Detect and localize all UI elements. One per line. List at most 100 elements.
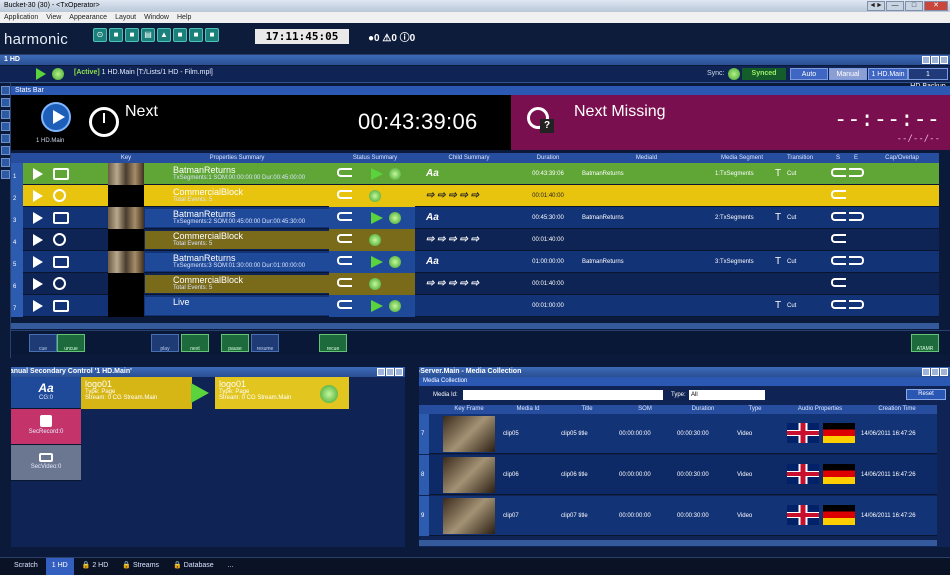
row-play-icon[interactable] bbox=[33, 256, 43, 268]
col-status[interactable]: Status Summary bbox=[329, 153, 421, 163]
col-creation[interactable]: Creation Time bbox=[859, 405, 935, 414]
col-media-id[interactable]: Media Id bbox=[503, 405, 553, 414]
table-row[interactable]: 7 Live 00:01:00:00 Cut bbox=[11, 295, 939, 317]
maximize-button[interactable]: □ bbox=[905, 1, 923, 11]
manual-button[interactable]: Manual bbox=[829, 68, 867, 80]
col-duration-media[interactable]: Duration bbox=[675, 405, 731, 414]
col-som[interactable]: SOM bbox=[617, 405, 673, 414]
media-scrollbar[interactable] bbox=[419, 540, 937, 546]
record-row[interactable]: SecRecord:0 bbox=[11, 409, 81, 445]
clock-tool-icon[interactable]: ⊙ bbox=[93, 28, 107, 42]
list-icon[interactable] bbox=[1, 110, 10, 119]
main-button[interactable]: 1 HD.Main bbox=[868, 68, 908, 80]
tool-icon-7[interactable]: ■ bbox=[189, 28, 203, 42]
media-min-icon[interactable] bbox=[922, 368, 930, 376]
col-title[interactable]: Title bbox=[557, 405, 617, 414]
col-s[interactable]: S bbox=[829, 153, 847, 163]
col-key[interactable]: Key bbox=[108, 153, 144, 163]
resume-button[interactable]: resume bbox=[251, 334, 279, 352]
auto-button[interactable]: Auto bbox=[790, 68, 828, 80]
col-keyframe[interactable]: Key Frame bbox=[443, 405, 495, 414]
col-transition[interactable]: Transition bbox=[771, 153, 829, 163]
table-row[interactable]: 1 BatmanReturns TxSegments:1 SOM:00:00:0… bbox=[11, 163, 939, 185]
bell-icon[interactable]: ▲ bbox=[157, 28, 171, 42]
cg-row[interactable]: Aa CG:0 bbox=[11, 377, 81, 409]
table-row[interactable]: 4 CommercialBlock Total Events: 5 ⇨ ⇨ ⇨ … bbox=[11, 229, 939, 251]
media-id-input[interactable] bbox=[463, 390, 663, 400]
workspace-tab[interactable]: 🔒 2 HD bbox=[76, 558, 115, 575]
menu-window[interactable]: Window bbox=[144, 12, 169, 23]
workspace-tab[interactable]: 1 HD bbox=[45, 558, 74, 575]
grid-icon[interactable] bbox=[1, 122, 10, 131]
big-play-icon[interactable] bbox=[41, 102, 71, 132]
table-row[interactable]: 6 CommercialBlock Total Events: 5 ⇨ ⇨ ⇨ … bbox=[11, 273, 939, 295]
uncue-button[interactable]: uncue bbox=[57, 334, 85, 352]
workspace-tab[interactable]: 🔒 Database bbox=[167, 558, 220, 575]
layout-icon[interactable] bbox=[1, 98, 10, 107]
row-play-icon[interactable] bbox=[33, 190, 43, 202]
sec-min-icon[interactable] bbox=[377, 368, 385, 376]
table-row[interactable]: 2 CommercialBlock Total Events: 5 ⇨ ⇨ ⇨ … bbox=[11, 185, 939, 207]
row-play-icon[interactable] bbox=[33, 212, 43, 224]
col-type[interactable]: Type bbox=[733, 405, 777, 414]
cue-button[interactable]: cue bbox=[29, 334, 57, 352]
workspace-tab[interactable]: 🔒 Streams bbox=[116, 558, 165, 575]
col-cap[interactable]: Cap/Overlap bbox=[865, 153, 939, 163]
recue-button[interactable]: recue bbox=[319, 334, 347, 352]
type-select[interactable]: All bbox=[689, 390, 765, 400]
tool-icon-6[interactable]: ■ bbox=[173, 28, 187, 42]
tool-icon-4[interactable]: ▤ bbox=[141, 28, 155, 42]
col-e[interactable]: E bbox=[847, 153, 865, 163]
backup-button[interactable]: 1 HD.Backup bbox=[908, 68, 948, 90]
atamr-button[interactable]: ATAMR bbox=[911, 334, 939, 352]
tool-icon-3[interactable]: ■ bbox=[125, 28, 139, 42]
reset-button[interactable]: Reset bbox=[906, 389, 946, 400]
workspace-tab[interactable]: Scratch bbox=[8, 558, 44, 575]
col-segment[interactable]: Media Segment bbox=[713, 153, 771, 163]
edit-icon[interactable] bbox=[1, 86, 10, 95]
play-button[interactable]: play bbox=[151, 334, 179, 352]
table-row[interactable]: 3 BatmanReturns TxSegments:2 SOM:00:45:0… bbox=[11, 207, 939, 229]
row-play-icon[interactable] bbox=[33, 234, 43, 246]
logo-play-icon[interactable] bbox=[191, 383, 209, 403]
tool-icon-8[interactable]: ■ bbox=[205, 28, 219, 42]
playlist-scrollbar[interactable] bbox=[11, 323, 939, 329]
next-button[interactable]: next bbox=[181, 334, 209, 352]
alert-counters[interactable]: ●0 ⚠0 ⓘ0 bbox=[368, 29, 415, 44]
media-row[interactable]: 9 clip07 clip07 title 00:00:00:00 00:00:… bbox=[419, 496, 937, 536]
tool-icon-2[interactable]: ■ bbox=[109, 28, 123, 42]
clock-icon[interactable] bbox=[1, 134, 10, 143]
sec-close-icon[interactable] bbox=[395, 368, 403, 376]
panel-min-icon[interactable] bbox=[922, 56, 930, 64]
minimize-button[interactable]: — bbox=[886, 1, 904, 11]
video-row[interactable]: SecVideo:0 bbox=[11, 445, 81, 481]
pause-button[interactable]: pause bbox=[221, 334, 249, 352]
media-max-icon[interactable] bbox=[931, 368, 939, 376]
row-play-icon[interactable] bbox=[33, 168, 43, 180]
col-properties[interactable]: Properties Summary bbox=[145, 153, 329, 163]
panel-max-icon[interactable] bbox=[931, 56, 939, 64]
close-button[interactable]: ✕ bbox=[924, 1, 948, 11]
menu-application[interactable]: Application bbox=[4, 12, 38, 23]
media-row[interactable]: 8 clip06 clip06 title 00:00:00:00 00:00:… bbox=[419, 455, 937, 495]
workspace-tab[interactable]: ... bbox=[222, 558, 240, 575]
logo-cell-current[interactable]: logo01 Type: Page Stream: 0 CG Stream.Ma… bbox=[81, 377, 192, 409]
media-row[interactable]: 7 clip05 clip05 title 00:00:00:00 00:00:… bbox=[419, 414, 937, 454]
col-child[interactable]: Child Summary bbox=[422, 153, 516, 163]
col-mediaid[interactable]: MediaId bbox=[580, 153, 713, 163]
panel-close-icon[interactable] bbox=[940, 56, 948, 64]
row-play-icon[interactable] bbox=[33, 300, 43, 312]
timer-icon[interactable] bbox=[1, 146, 10, 155]
menu-help[interactable]: Help bbox=[177, 12, 191, 23]
menu-appearance[interactable]: Appearance bbox=[69, 12, 107, 23]
menu-view[interactable]: View bbox=[46, 12, 61, 23]
col-duration[interactable]: Duration bbox=[517, 153, 579, 163]
target-icon[interactable] bbox=[1, 158, 10, 167]
menu-layout[interactable]: Layout bbox=[115, 12, 136, 23]
snap-button[interactable]: ◄► bbox=[867, 1, 885, 11]
media-close-icon[interactable] bbox=[940, 368, 948, 376]
sec-max-icon[interactable] bbox=[386, 368, 394, 376]
col-audio[interactable]: Audio Properties bbox=[783, 405, 857, 414]
table-row[interactable]: 5 BatmanReturns TxSegments:3 SOM:01:30:0… bbox=[11, 251, 939, 273]
settings-icon[interactable] bbox=[1, 170, 10, 179]
